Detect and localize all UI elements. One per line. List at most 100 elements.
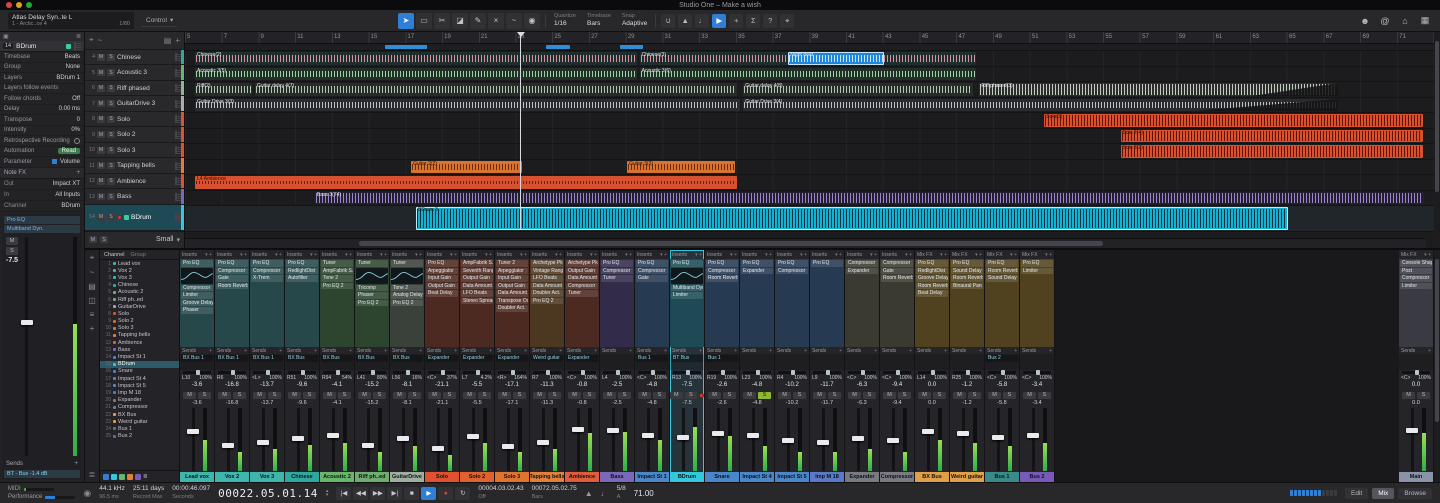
track-header[interactable]: 11MSTapping bells xyxy=(85,158,184,174)
insert-slot[interactable]: LFO Beats xyxy=(531,275,563,282)
fader-handle[interactable] xyxy=(362,443,374,448)
insert-slot[interactable]: Output Gain xyxy=(566,268,598,275)
insert-slot[interactable]: Limiter xyxy=(1021,268,1053,275)
channel-name[interactable]: Chinese xyxy=(285,472,319,482)
inspector-row[interactable]: Transpose0 xyxy=(0,115,84,126)
pan-slider[interactable] xyxy=(253,371,281,374)
audio-clip[interactable]: Solo(3) xyxy=(1044,114,1422,127)
add-insert-button[interactable]: ▾ + xyxy=(275,252,282,258)
mute-button[interactable]: M xyxy=(97,85,105,92)
solo-button[interactable]: S xyxy=(107,214,115,221)
channel-list-item[interactable]: 7GuitarDrive xyxy=(100,303,179,310)
add-insert-button[interactable]: ▾ + xyxy=(730,252,737,258)
insert-slot[interactable]: Pro EQ xyxy=(1021,260,1053,267)
audio-clip[interactable]: Guitar 2(2) xyxy=(411,161,522,174)
send-slot[interactable]: Bus 2 xyxy=(986,355,1018,362)
pan-slider[interactable] xyxy=(183,371,211,374)
scene-chip[interactable] xyxy=(111,474,117,480)
insert-slot[interactable]: Beat Delay xyxy=(426,290,458,297)
pan-slider[interactable] xyxy=(988,371,1016,374)
send-slot[interactable]: BT - Bus -1.4 dB xyxy=(4,470,80,478)
fader-handle[interactable] xyxy=(852,436,864,441)
add-insert-button[interactable]: ▾ + xyxy=(415,252,422,258)
solo-button[interactable]: S xyxy=(107,178,115,185)
fader-handle[interactable] xyxy=(502,444,514,449)
mute-button[interactable]: M xyxy=(603,392,616,399)
insert-slot[interactable]: Limiter xyxy=(1400,283,1432,290)
channel-name[interactable]: Lead vox xyxy=(180,472,214,482)
go-to-start-button[interactable]: |◀ xyxy=(336,487,351,500)
mixer-wave-icon[interactable]: ~ xyxy=(90,268,95,277)
track-lane[interactable]: Solo 2(4) xyxy=(185,129,1434,145)
channel-fader[interactable] xyxy=(394,408,420,471)
mixer-add-icon[interactable]: + xyxy=(90,324,95,333)
fader-handle[interactable] xyxy=(257,440,269,445)
edit-view-button[interactable]: Edit xyxy=(1345,488,1368,499)
track-lane[interactable]: Solo(3) xyxy=(185,113,1434,129)
fader-handle[interactable] xyxy=(21,320,33,325)
window-controls[interactable] xyxy=(6,2,32,8)
solo-button[interactable]: S xyxy=(303,392,316,399)
track-header[interactable]: 10MSSolo 3 xyxy=(85,143,184,159)
mixer-list-icon[interactable]: ≡ xyxy=(90,310,95,319)
add-send-button[interactable]: + xyxy=(384,348,387,354)
magnet-snap-icon[interactable]: ∪ xyxy=(661,14,675,28)
add-insert-button[interactable]: ▾ + xyxy=(695,252,702,258)
channel-fader[interactable] xyxy=(639,408,665,471)
insert-slot[interactable]: Pro EQ xyxy=(986,260,1018,267)
help-icon[interactable]: ? xyxy=(763,14,777,28)
mute-button[interactable]: M xyxy=(953,392,966,399)
inspector-menu-icon[interactable]: ≣ xyxy=(76,33,81,40)
pan-slider[interactable] xyxy=(638,371,666,374)
mixer-channel-strip[interactable]: Inserts▾ +Archetype PkVintage RangeLFO B… xyxy=(530,250,565,482)
solo-button[interactable]: S xyxy=(233,392,246,399)
track-lane[interactable]: Bass 3(74) xyxy=(185,191,1434,207)
insert-slot[interactable]: Room Reverb xyxy=(951,275,983,282)
split-tool[interactable]: ✂ xyxy=(434,13,450,29)
track-lane[interactable]: BDrum 3 xyxy=(185,206,1434,232)
track-lane[interactable]: Acoustic 3(5)Acoustic 3(6) xyxy=(185,67,1434,83)
insert-slot[interactable]: Groove Delay xyxy=(181,300,213,307)
insert-slot[interactable]: Pro EQ xyxy=(4,216,80,224)
channel-fader[interactable] xyxy=(674,408,700,471)
minimize-window-button[interactable] xyxy=(16,2,22,8)
channel-fader[interactable] xyxy=(744,408,770,471)
audio-clip[interactable]: Riff phased(3) xyxy=(979,83,1337,96)
insert-slot[interactable]: Phaser xyxy=(181,307,213,314)
fader-handle[interactable] xyxy=(432,446,444,451)
insert-slot[interactable]: Data Amount xyxy=(496,290,528,297)
mixer-channel-strip[interactable]: Inserts▾ +Pro EQSends+L9100%-11.7MS-11.7… xyxy=(810,250,845,482)
insert-slot[interactable]: Pro EQ xyxy=(601,260,633,267)
insert-slot[interactable]: Pro EQ xyxy=(811,260,843,267)
add-insert-button[interactable]: ▾ + xyxy=(835,252,842,258)
channel-list-item[interactable]: 16Snare xyxy=(100,368,179,375)
channel-fader[interactable] xyxy=(359,408,385,471)
insert-slot[interactable]: Pro EQ xyxy=(636,260,668,267)
pan-slider[interactable] xyxy=(883,371,911,374)
solo-button[interactable]: S xyxy=(933,392,946,399)
fader-handle[interactable] xyxy=(782,438,794,443)
mixer-channel-strip[interactable]: Inserts▾ +Pro EQCompressorGateSends+Bus … xyxy=(635,250,670,482)
insert-slot[interactable]: Data Amount xyxy=(461,283,493,290)
sends-section[interactable]: Sends + xyxy=(4,460,80,468)
mute-button[interactable]: M xyxy=(323,392,336,399)
insert-slot[interactable]: Multiband Dyn. xyxy=(4,225,80,233)
mute-button[interactable]: M xyxy=(358,392,371,399)
audio-clip[interactable]: Guitar Drive 3(4) xyxy=(743,99,1338,112)
solo-button[interactable]: S xyxy=(107,116,115,123)
channel-list-item[interactable]: 1Lead vox xyxy=(100,260,179,267)
layout-grid-icon[interactable]: ▦ xyxy=(1418,14,1432,28)
insert-slot[interactable]: Compressor xyxy=(776,268,808,275)
fader-handle[interactable] xyxy=(712,431,724,436)
mix-view-button[interactable]: Mix xyxy=(1372,488,1394,499)
pan-slider[interactable] xyxy=(393,371,421,374)
channel-name[interactable]: Impact St 5 xyxy=(775,472,809,482)
solo-button[interactable]: S xyxy=(898,392,911,399)
solo-button[interactable]: S xyxy=(1038,392,1051,399)
audio-clip[interactable]: Riff(2) xyxy=(195,83,252,96)
inspector-row[interactable]: Retrospective Recording xyxy=(0,136,84,147)
mixer-channel-strip[interactable]: Inserts▾ +Archetype PkOutput GainData Am… xyxy=(565,250,600,482)
fader-handle[interactable] xyxy=(887,438,899,443)
mute-button[interactable]: M xyxy=(568,392,581,399)
mute-button[interactable]: M xyxy=(6,237,18,245)
